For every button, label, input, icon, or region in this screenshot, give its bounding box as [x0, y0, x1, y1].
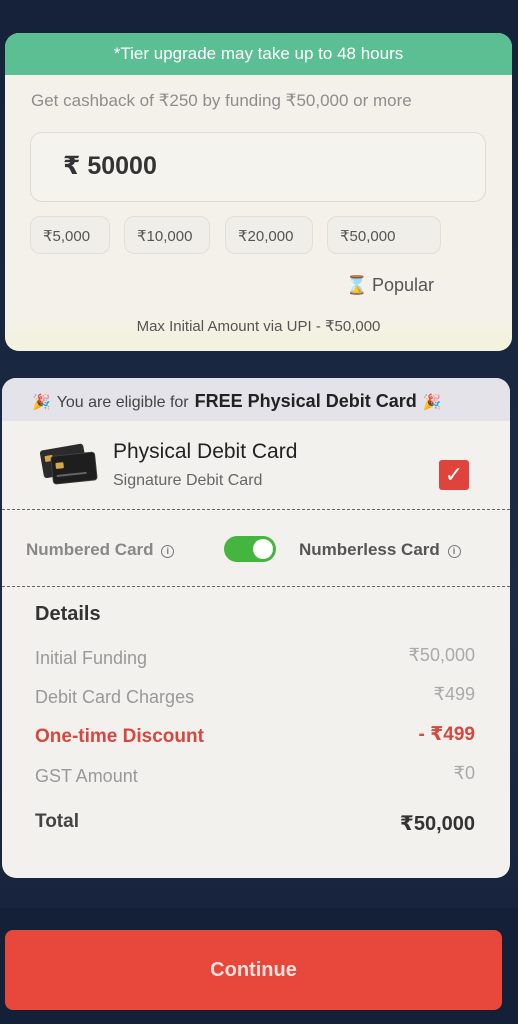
continue-button[interactable]: Continue — [5, 930, 502, 1010]
divider — [2, 586, 510, 587]
chip-10000[interactable]: ₹10,000 — [124, 216, 210, 254]
discount-value: - ₹499 — [418, 724, 475, 745]
tier-upgrade-banner: *Tier upgrade may take up to 48 hours — [5, 33, 512, 75]
total-value: ₹50,000 — [399, 813, 475, 835]
popular-tag: ⌛ Popular — [346, 275, 434, 296]
card-title: Physical Debit Card — [113, 440, 298, 463]
hourglass-icon: ⌛ — [345, 275, 368, 295]
card-checkbox[interactable]: ✓ — [439, 460, 469, 490]
chip-label: ₹5,000 — [43, 228, 91, 245]
chip-20000[interactable]: ₹20,000 — [225, 216, 313, 254]
chip-50000[interactable]: ₹50,000 — [327, 216, 441, 254]
eligible-highlight: FREE Physical Debit Card — [194, 391, 417, 411]
amount-value: ₹ 50000 — [63, 152, 157, 180]
card-charges-value: ₹499 — [433, 684, 475, 704]
chip-label: ₹20,000 — [238, 228, 294, 245]
info-icon[interactable]: i — [161, 545, 175, 558]
upi-note: Max Initial Amount via UPI - ₹50,000 — [5, 311, 512, 351]
party-popper-icon: 🎉 — [32, 394, 51, 411]
card-type-toggle-row: Numbered Card i Numberless Card i — [2, 536, 510, 566]
discount-label: One-time Discount — [35, 726, 204, 747]
chip-label: ₹50,000 — [340, 228, 396, 245]
total-label: Total — [35, 811, 79, 832]
debit-card-section: 🎉 You are eligible for FREE Physical Deb… — [2, 378, 510, 878]
card-type-toggle[interactable] — [224, 536, 276, 562]
gst-label: GST Amount — [35, 766, 138, 786]
funding-card: *Tier upgrade may take up to 48 hours Ge… — [5, 33, 512, 351]
divider — [2, 509, 510, 510]
initial-funding-value: ₹50,000 — [408, 645, 475, 665]
numbered-card-option[interactable]: Numbered Card i — [26, 540, 175, 560]
numberless-card-label: Numberless Card — [299, 540, 440, 559]
card-subtitle: Signature Debit Card — [113, 472, 263, 489]
gst-value: ₹0 — [453, 763, 475, 783]
cashback-text: Get cashback of ₹250 by funding ₹50,000 … — [31, 91, 412, 110]
chip-5000[interactable]: ₹5,000 — [30, 216, 110, 254]
chip-label: ₹10,000 — [137, 228, 193, 245]
details-title: Details — [35, 603, 101, 625]
info-icon[interactable]: i — [447, 545, 461, 558]
checkmark-icon: ✓ — [444, 462, 464, 487]
numbered-card-label: Numbered Card — [26, 540, 154, 559]
debit-card-icon — [40, 443, 98, 485]
toggle-knob — [253, 539, 273, 559]
numberless-card-option[interactable]: Numberless Card i — [299, 540, 461, 560]
card-charges-label: Debit Card Charges — [35, 687, 195, 707]
party-popper-icon: 🎉 — [422, 394, 442, 411]
initial-funding-label: Initial Funding — [35, 648, 148, 668]
eligible-banner: 🎉 You are eligible for FREE Physical Deb… — [2, 378, 510, 421]
popular-label: Popular — [371, 275, 434, 295]
amount-input[interactable]: ₹ 50000 — [30, 132, 486, 202]
eligible-prefix: You are eligible for — [56, 394, 189, 411]
